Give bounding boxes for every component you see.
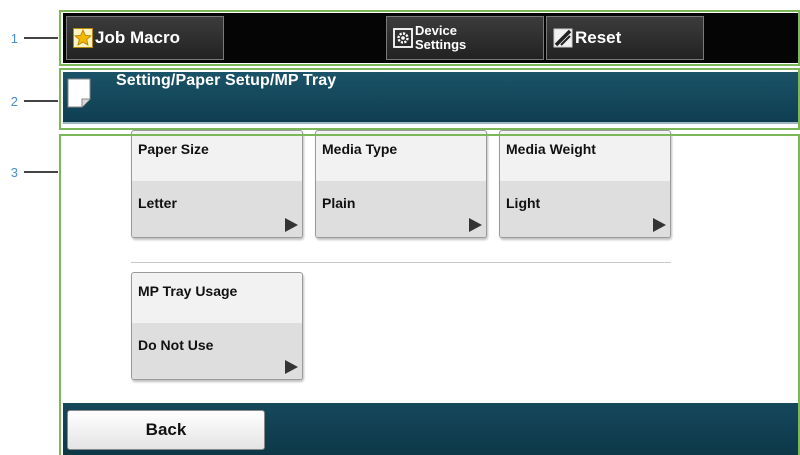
callout-number: 1 <box>10 30 18 46</box>
region-3-outline <box>59 134 800 455</box>
callout-2: 2 <box>0 91 58 111</box>
callout-1: 1 <box>0 28 58 48</box>
callout-line <box>24 171 58 173</box>
callout-3: 3 <box>0 162 58 182</box>
region-2-outline <box>59 68 800 130</box>
callout-line <box>24 37 58 39</box>
region-1-outline <box>59 10 800 66</box>
callout-line <box>24 100 58 102</box>
callout-number: 3 <box>10 164 18 180</box>
callout-number: 2 <box>10 93 18 109</box>
